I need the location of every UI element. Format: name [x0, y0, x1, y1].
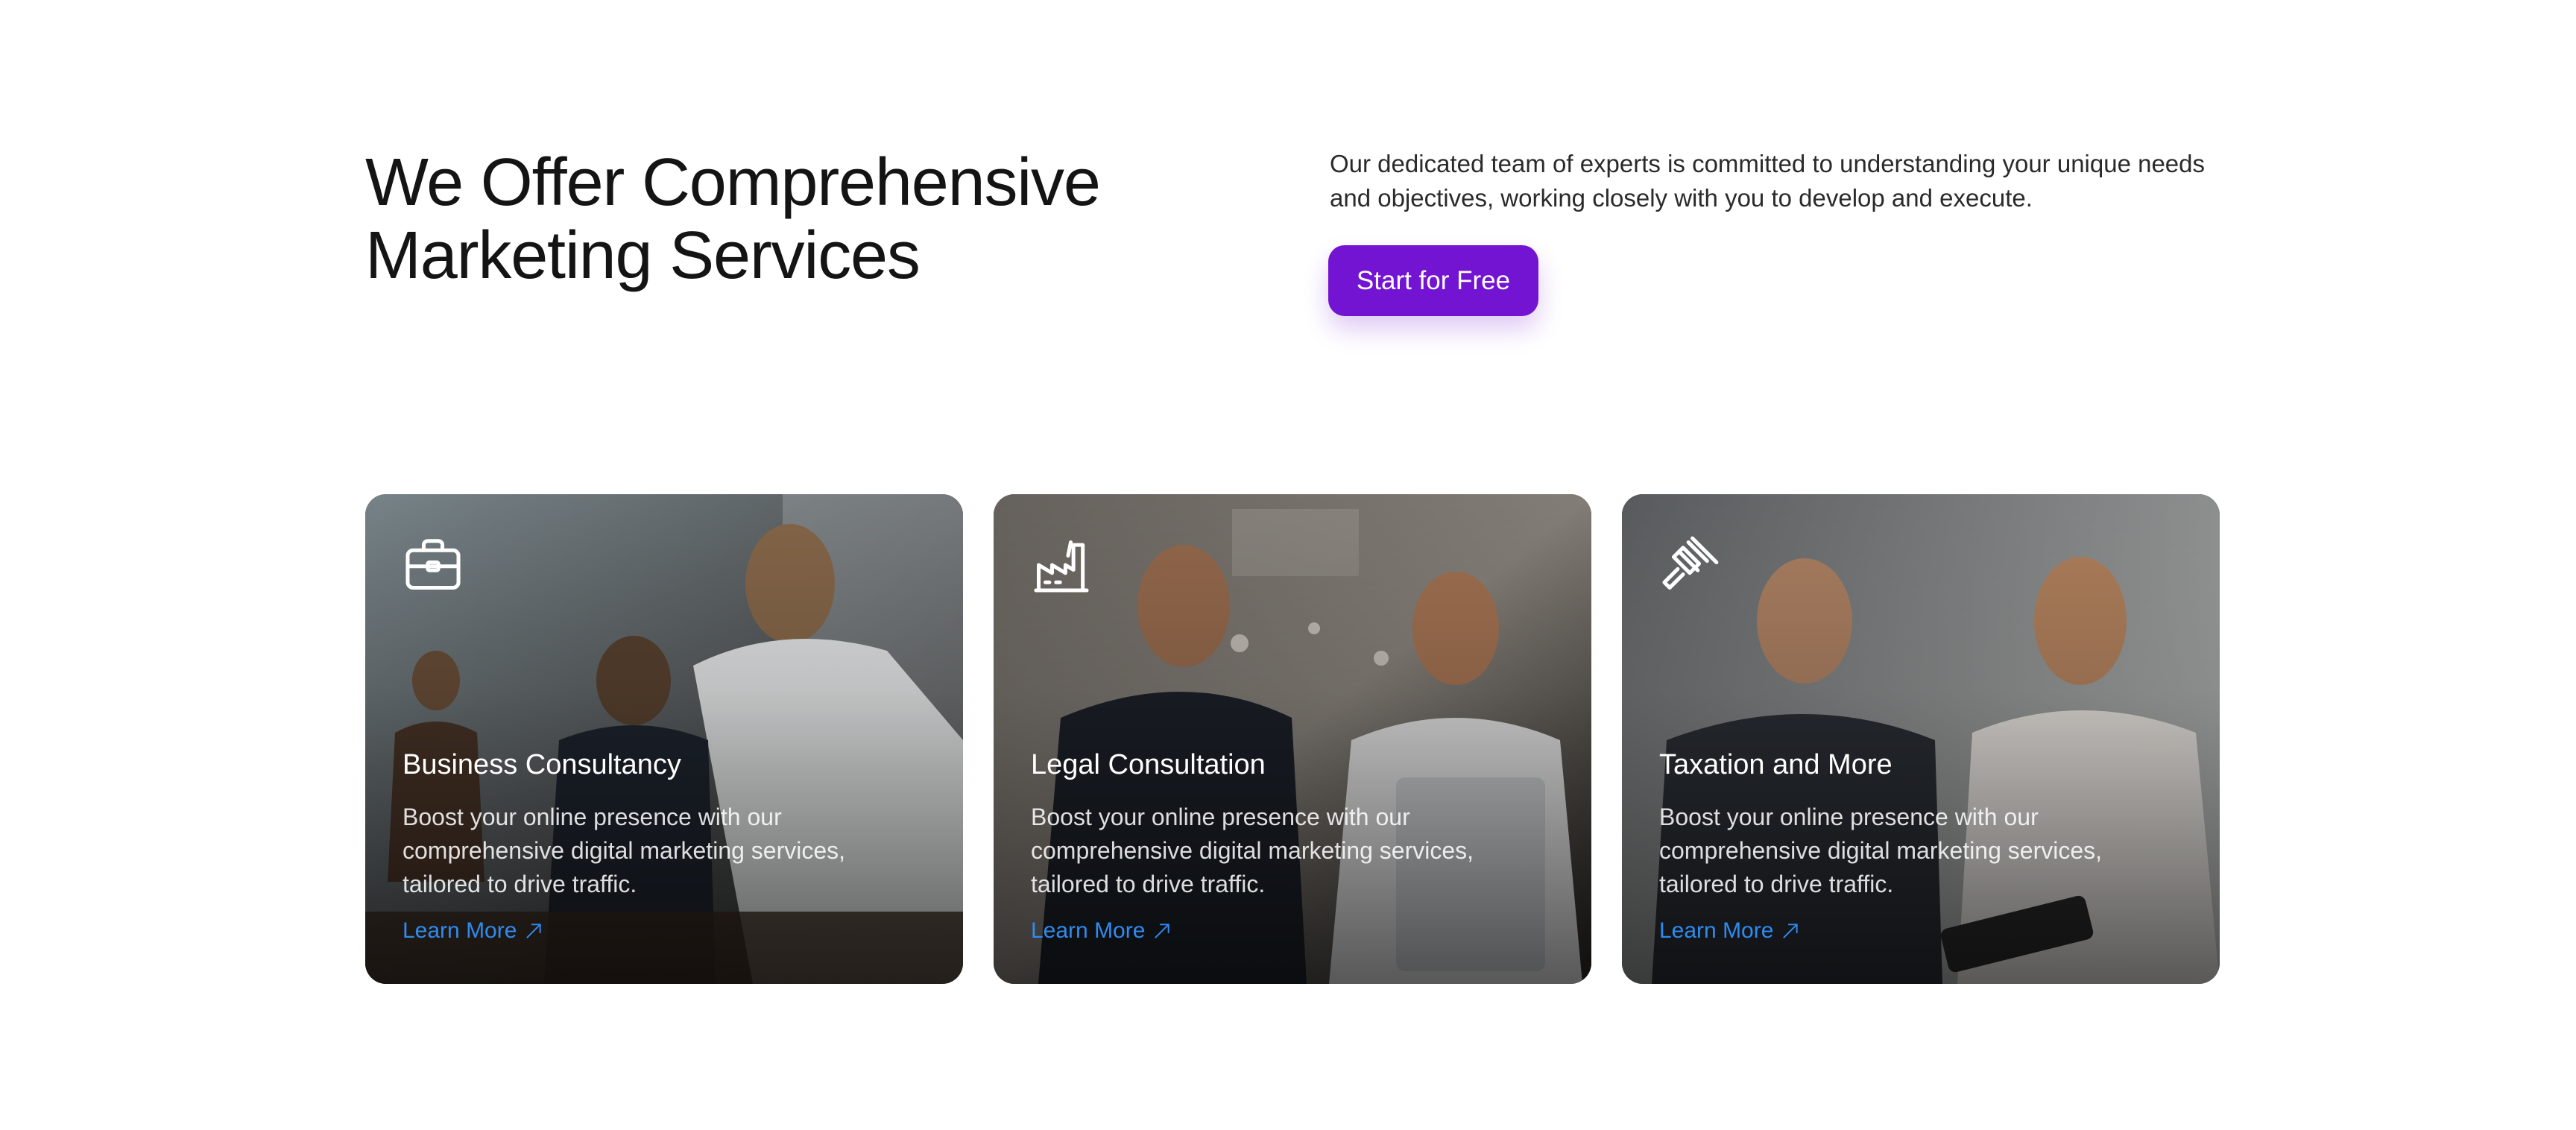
- learn-more-link[interactable]: Learn More: [402, 916, 543, 946]
- learn-more-label: Learn More: [402, 918, 517, 943]
- learn-more-link[interactable]: Learn More: [1031, 916, 1172, 946]
- section-heading-line-2: Marketing Services: [365, 218, 921, 293]
- learn-more-label: Learn More: [1031, 918, 1146, 943]
- service-card-taxation-and-more[interactable]: Taxation and More Boost your online pres…: [1622, 494, 2220, 984]
- briefcase-icon: [405, 539, 461, 590]
- card-title: Legal Consultation: [1031, 749, 1266, 780]
- card-description: Boost your online presence with our comp…: [402, 804, 846, 897]
- card-description: Boost your online presence with our comp…: [1031, 804, 1474, 897]
- gavel-icon: [1662, 536, 1719, 590]
- section-intro: Our dedicated team of experts is committ…: [1330, 150, 2206, 212]
- section-heading-line-1: We Offer Comprehensive: [365, 145, 1101, 220]
- card-description: Boost your online presence with our comp…: [1659, 804, 2103, 897]
- service-card-legal-consultation[interactable]: Legal Consultation Boost your online pre…: [994, 494, 1591, 984]
- service-card-business-consultancy[interactable]: Business Consultancy Boost your online p…: [365, 494, 963, 984]
- factory-icon: [1034, 540, 1089, 593]
- arrow-up-right-icon: [526, 924, 542, 938]
- card-title: Business Consultancy: [402, 749, 681, 780]
- learn-more-label: Learn More: [1659, 918, 1774, 943]
- arrow-up-right-icon: [1155, 924, 1170, 938]
- section-heading: We Offer Comprehensive Marketing Service…: [365, 146, 1170, 292]
- card-title: Taxation and More: [1659, 749, 1892, 780]
- arrow-up-right-icon: [1783, 924, 1799, 938]
- start-for-free-button[interactable]: Start for Free: [1328, 245, 1538, 316]
- learn-more-link[interactable]: Learn More: [1659, 916, 1800, 946]
